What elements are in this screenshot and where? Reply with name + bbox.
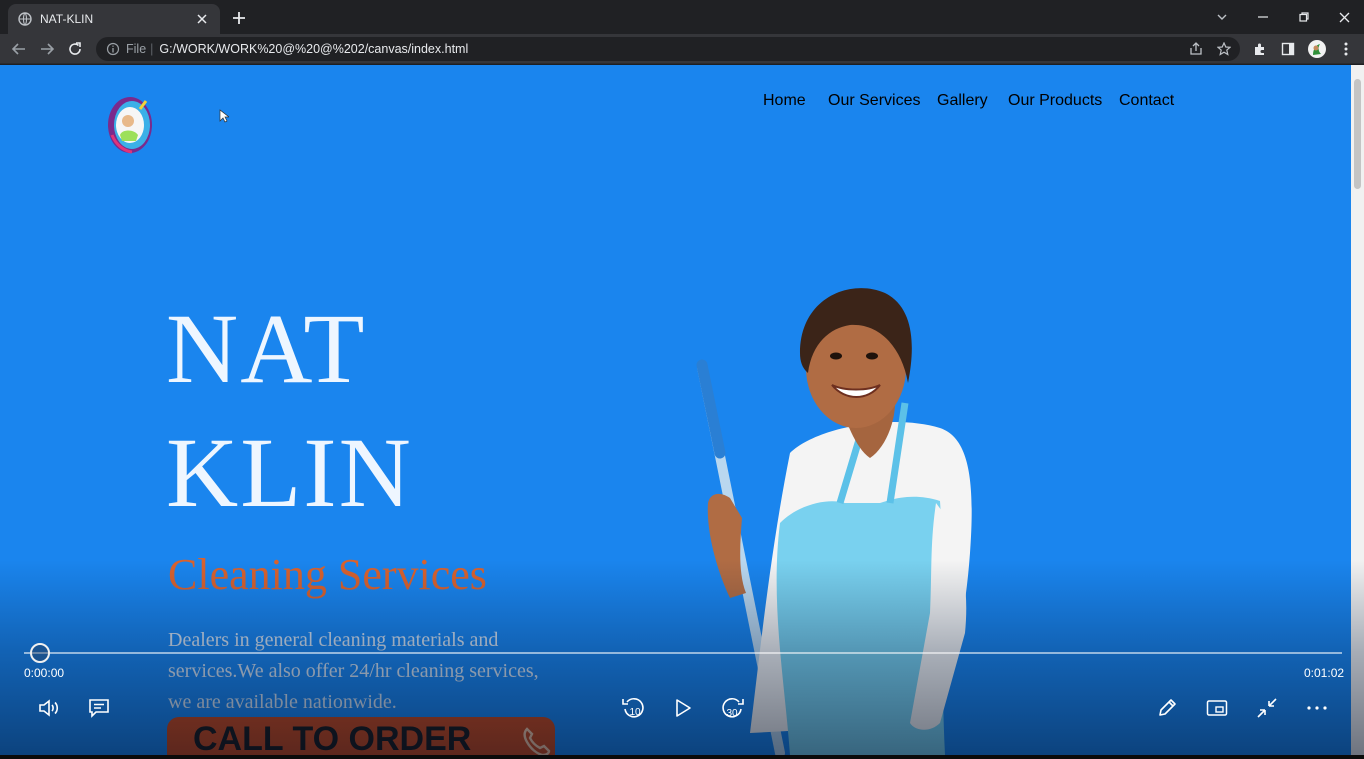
bookmark-star-icon[interactable] [1214, 39, 1234, 59]
extensions-icon[interactable] [1249, 39, 1271, 59]
nav-contact[interactable]: Contact [1119, 92, 1174, 110]
plus-icon [233, 12, 245, 24]
skip-back-label: 10 [629, 707, 641, 718]
skip-forward-label: 30 [726, 708, 738, 719]
captions-icon[interactable] [84, 694, 114, 722]
seek-handle[interactable] [30, 643, 50, 663]
hero-title-line-2: KLIN [166, 417, 413, 528]
play-icon [676, 699, 691, 717]
minimize-icon[interactable] [1243, 0, 1283, 34]
screen: NAT-KLIN File | G:/WORK/WORK%20@%20@%202… [0, 0, 1364, 759]
close-tab-icon[interactable] [194, 11, 210, 27]
url-text: G:/WORK/WORK%20@%20@%202/canvas/index.ht… [159, 42, 469, 56]
call-to-order-button[interactable]: CALL TO ORDER [167, 717, 555, 755]
hero-title-line-1: NAT [166, 293, 367, 404]
seek-bar[interactable] [24, 652, 1342, 654]
browser-tab-bar: NAT-KLIN [0, 0, 1364, 34]
url-scheme: File [126, 42, 147, 56]
pen-icon[interactable] [1152, 694, 1182, 722]
window-bottom-edge [0, 755, 1364, 759]
skip-back-10-icon[interactable]: 10 [618, 694, 648, 722]
nav-home[interactable]: Home [763, 92, 806, 110]
forward-button[interactable] [36, 39, 58, 59]
page-scrollbar[interactable] [1351, 65, 1364, 755]
browser-toolbar: File | G:/WORK/WORK%20@%20@%202/canvas/i… [0, 34, 1364, 64]
share-icon[interactable] [1186, 39, 1206, 59]
total-time: 0:01:02 [1304, 666, 1345, 680]
restore-icon[interactable] [1284, 0, 1324, 34]
tab-title: NAT-KLIN [40, 12, 94, 26]
volume-icon[interactable] [34, 694, 64, 722]
cta-label: CALL TO ORDER [193, 720, 472, 755]
phone-icon [523, 727, 551, 755]
reload-button[interactable] [64, 39, 86, 59]
nav-gallery[interactable]: Gallery [937, 92, 988, 110]
back-button[interactable] [8, 39, 30, 59]
mini-view-icon[interactable] [1202, 694, 1232, 722]
info-icon[interactable] [106, 42, 120, 56]
exit-fullscreen-icon[interactable] [1252, 694, 1282, 722]
site-logo[interactable] [106, 95, 154, 155]
new-tab-button[interactable] [229, 8, 249, 28]
play-button[interactable] [668, 694, 698, 722]
side-panel-icon[interactable] [1277, 39, 1299, 59]
reload-icon [69, 42, 81, 55]
scrollbar-thumb[interactable] [1354, 79, 1361, 189]
forward-arrow-icon [41, 43, 54, 55]
nav-our-products[interactable]: Our Products [1008, 92, 1102, 110]
skip-forward-30-icon[interactable]: 30 [718, 694, 748, 722]
close-window-icon[interactable] [1324, 0, 1364, 34]
hero-subtitle: Cleaning Services [168, 550, 487, 599]
tab-search-icon[interactable] [1202, 0, 1242, 34]
globe-icon [18, 12, 32, 26]
mouse-cursor-icon [219, 109, 229, 123]
profile-avatar[interactable] [1306, 39, 1328, 59]
nav-our-services[interactable]: Our Services [828, 92, 920, 110]
more-icon[interactable] [1302, 694, 1332, 722]
address-bar[interactable]: File | G:/WORK/WORK%20@%20@%202/canvas/i… [96, 37, 1240, 61]
url-separator: | [150, 42, 154, 56]
cleaner-woman-image [696, 288, 972, 755]
hero-title: NAT KLIN [166, 287, 413, 535]
back-arrow-icon [12, 43, 25, 55]
browser-menu-icon[interactable] [1335, 39, 1357, 59]
hero-description: Dealers in general cleaning materials an… [168, 629, 539, 713]
current-time: 0:00:00 [24, 666, 65, 680]
browser-tab[interactable]: NAT-KLIN [8, 4, 220, 34]
